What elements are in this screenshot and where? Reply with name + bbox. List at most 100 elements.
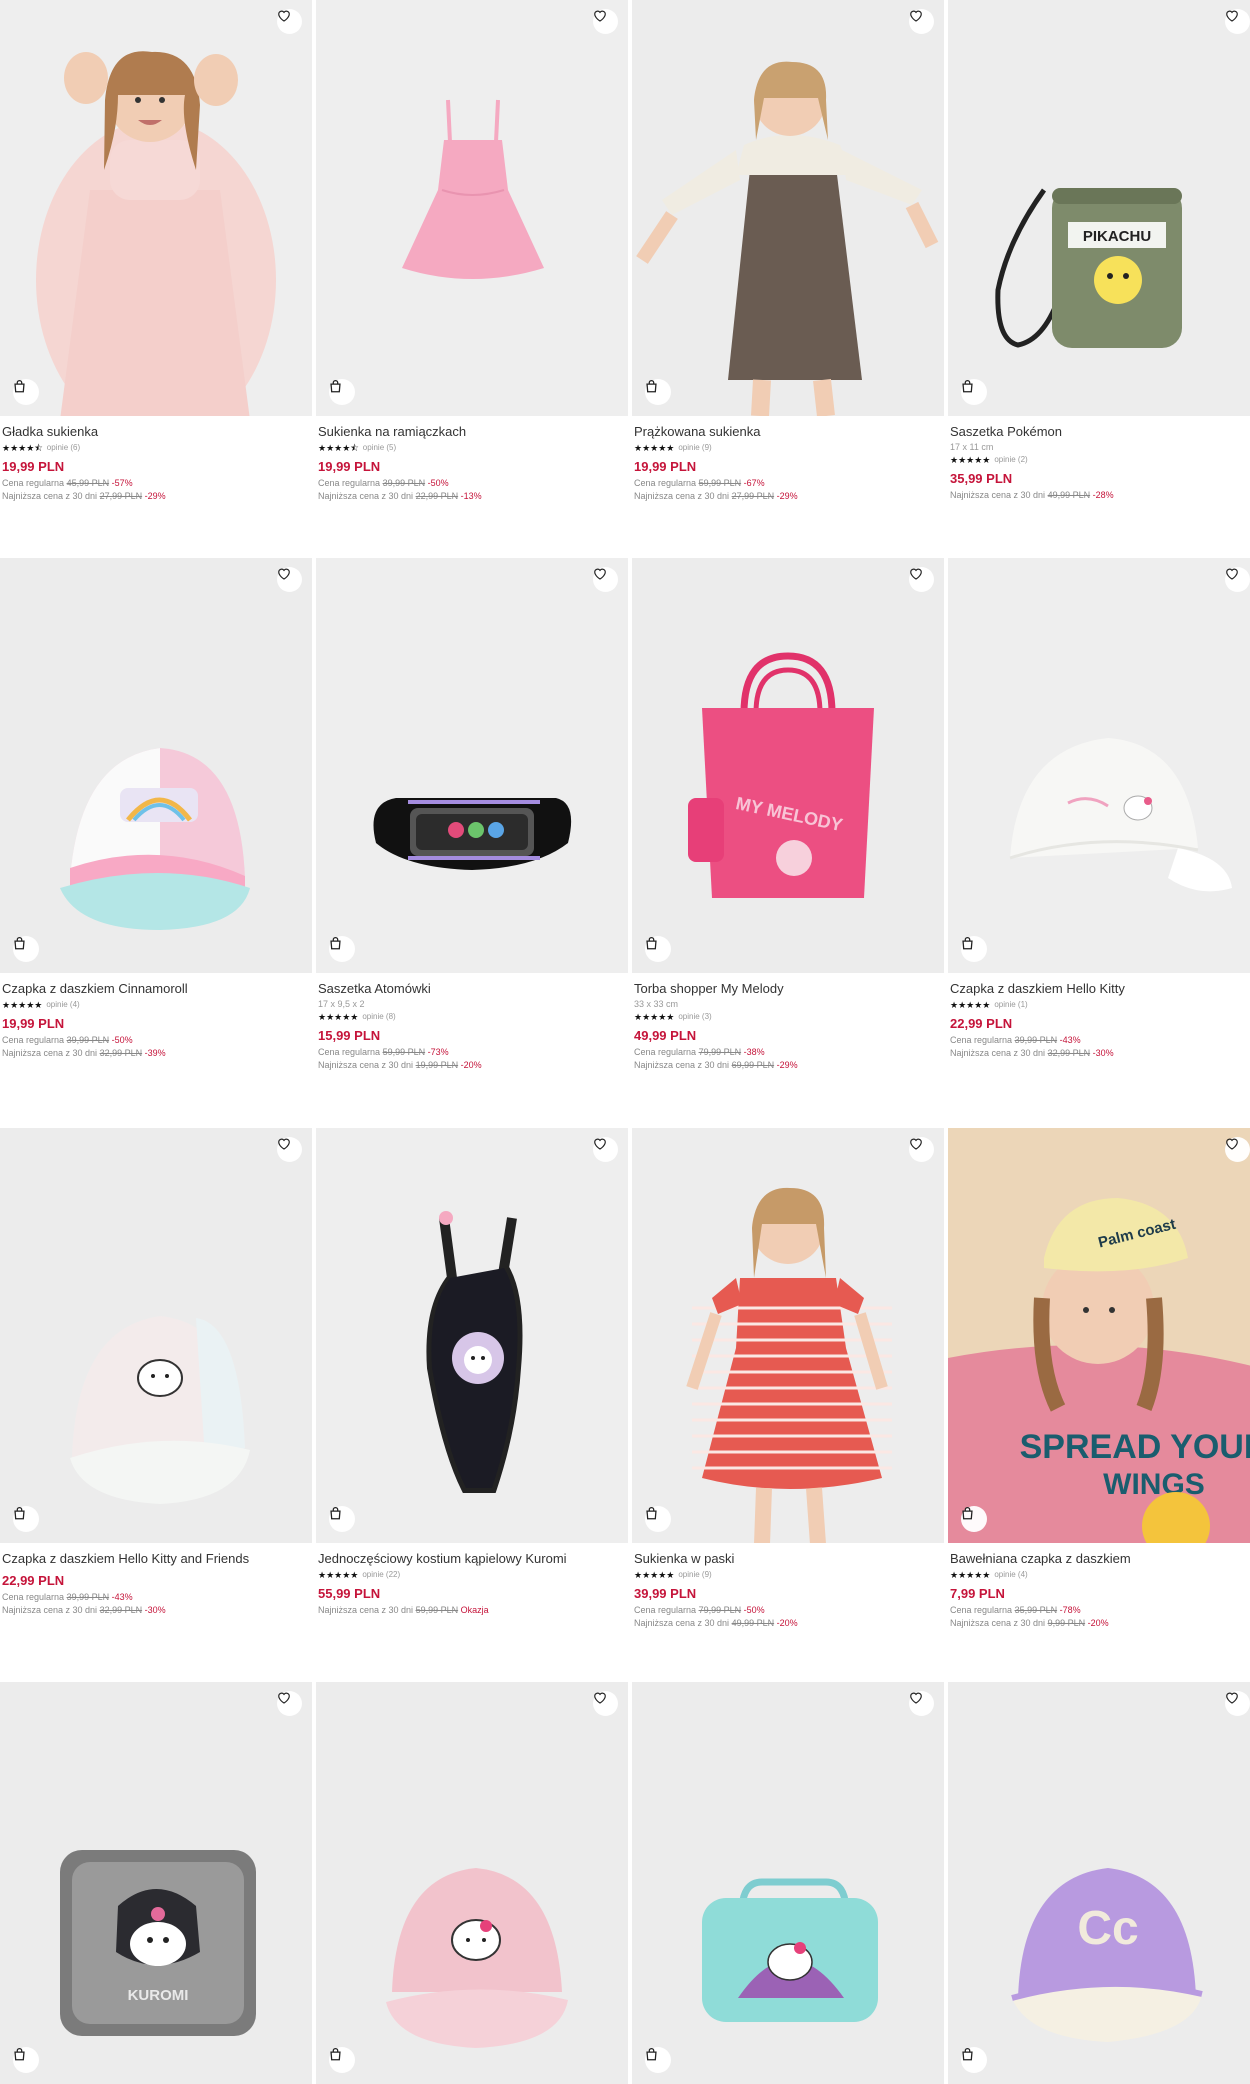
regular-price: 59,99 PLN <box>698 478 742 488</box>
product-info: Torba shopper My Melody 33 x 33 cm ★★★★★ op… <box>634 981 940 1072</box>
lowest-price-label: Najniższa cena z 30 dni <box>950 1618 1046 1628</box>
shopping-bag-icon[interactable] <box>961 379 987 405</box>
lowest-discount: -39% <box>144 1048 166 1058</box>
product-image[interactable] <box>632 1128 944 1543</box>
shopping-bag-icon[interactable] <box>961 936 987 962</box>
heart-icon[interactable] <box>277 1137 302 1162</box>
product-name[interactable]: Saszetka Pokémon <box>950 424 1250 440</box>
shopping-bag-icon[interactable] <box>329 379 355 405</box>
regular-price-label: Cena regularna <box>2 1592 65 1602</box>
regular-discount: -50% <box>111 1035 133 1045</box>
price: 19,99 PLN <box>318 459 381 474</box>
product-info: Jednoczęściowy kostium kąpielowy Kuromi ★… <box>318 1551 624 1617</box>
shopping-bag-icon[interactable] <box>13 379 39 405</box>
shopping-bag-icon[interactable] <box>961 1506 987 1532</box>
regular-discount: -50% <box>743 1605 765 1615</box>
heart-icon[interactable] <box>909 9 934 34</box>
product-name[interactable]: Sukienka w paski <box>634 1551 940 1567</box>
product-image[interactable]: Palm coast SPREAD YOUR WINGS <box>948 1128 1250 1543</box>
rating[interactable]: ★★★★★ opinie (2) <box>950 455 1250 465</box>
heart-icon[interactable] <box>593 9 618 34</box>
product-name[interactable]: Torba shopper My Melody <box>634 981 940 997</box>
rating[interactable]: ★★★★★ opinie (22) <box>318 1570 624 1580</box>
product-name[interactable]: Sukienka na ramiączkach <box>318 424 624 440</box>
heart-icon[interactable] <box>909 1137 934 1162</box>
product-image[interactable] <box>0 0 312 416</box>
rating[interactable]: ★★★★★ opinie (8) <box>318 1012 624 1022</box>
lowest-discount: Okazja <box>460 1605 489 1615</box>
product-name[interactable]: Czapka z daszkiem Cinnamoroll <box>2 981 308 997</box>
product-info: Czapka z daszkiem Hello Kitty ★★★★★ opinie… <box>950 981 1250 1060</box>
heart-icon[interactable] <box>909 1691 934 1716</box>
rating[interactable]: ★★★★⯪ opinie (6) <box>2 443 308 453</box>
heart-icon[interactable] <box>1225 1691 1250 1716</box>
product-image[interactable] <box>632 0 944 416</box>
shopping-bag-icon[interactable] <box>13 1506 39 1532</box>
heart-icon[interactable] <box>909 567 934 592</box>
heart-icon[interactable] <box>1225 567 1250 592</box>
svg-text:KUROMI: KUROMI <box>128 1987 189 2004</box>
product-name[interactable]: Gładka sukienka <box>2 424 308 440</box>
regular-price: 79,99 PLN <box>698 1047 742 1057</box>
rating[interactable]: ★★★★⯪ opinie (5) <box>318 443 624 453</box>
lowest-price: 49,99 PLN <box>1047 490 1091 500</box>
product-info: Sukienka na ramiączkach ★★★★⯪ opinie (5) 19… <box>318 424 624 503</box>
lowest-discount: -20% <box>776 1618 798 1628</box>
product-image[interactable] <box>0 1128 312 1543</box>
product-image[interactable]: PIKACHU <box>948 0 1250 416</box>
shopping-bag-icon[interactable] <box>13 2047 39 2073</box>
rating[interactable]: ★★★★★ opinie (9) <box>634 443 940 453</box>
product-image[interactable] <box>316 0 628 416</box>
heart-icon[interactable] <box>277 9 302 34</box>
product-name[interactable]: Czapka z daszkiem Hello Kitty <box>950 981 1250 997</box>
review-count: opinie (3) <box>678 1012 712 1021</box>
heart-icon[interactable] <box>593 1691 618 1716</box>
product-image[interactable] <box>0 558 312 973</box>
shopping-bag-icon[interactable] <box>645 379 671 405</box>
product-image[interactable]: KUROMI <box>0 1682 312 2084</box>
product-image[interactable] <box>948 558 1250 973</box>
shopping-bag-icon[interactable] <box>329 936 355 962</box>
shopping-bag-icon[interactable] <box>645 936 671 962</box>
rating-stars: ★★★★★ <box>634 1570 675 1580</box>
heart-icon[interactable] <box>277 1691 302 1716</box>
heart-icon[interactable] <box>1225 9 1250 34</box>
product-image[interactable] <box>316 1682 628 2084</box>
product-image[interactable] <box>632 1682 944 2084</box>
svg-text:SPREAD YOUR: SPREAD YOUR <box>1020 1428 1250 1466</box>
svg-text:PIKACHU: PIKACHU <box>1083 228 1151 245</box>
product-name[interactable]: Jednoczęściowy kostium kąpielowy Kuromi <box>318 1551 624 1567</box>
rating[interactable]: ★★★★★ opinie (9) <box>634 1570 940 1580</box>
rating[interactable]: ★★★★★ opinie (1) <box>950 1000 1250 1010</box>
heart-icon[interactable] <box>277 567 302 592</box>
price: 19,99 PLN <box>634 459 697 474</box>
regular-price-label: Cena regularna <box>318 1047 381 1057</box>
heart-icon[interactable] <box>1225 1137 1250 1162</box>
heart-icon[interactable] <box>593 567 618 592</box>
regular-price: 59,99 PLN <box>382 1047 426 1057</box>
rating[interactable]: ★★★★★ opinie (3) <box>634 1012 940 1022</box>
lowest-price: 32,99 PLN <box>99 1048 143 1058</box>
rating-stars: ★★★★★ <box>318 1012 359 1022</box>
product-image[interactable] <box>316 1128 628 1543</box>
lowest-price-line: Najniższa cena z 30 dni 32,99 PLN -30% <box>2 1604 308 1617</box>
price: 22,99 PLN <box>950 1016 1013 1031</box>
shopping-bag-icon[interactable] <box>961 2047 987 2073</box>
shopping-bag-icon[interactable] <box>645 2047 671 2073</box>
product-name[interactable]: Saszetka Atomówki <box>318 981 624 997</box>
lowest-price-line: Najniższa cena z 30 dni 27,99 PLN -29% <box>634 490 940 503</box>
shopping-bag-icon[interactable] <box>645 1506 671 1532</box>
product-name[interactable]: Czapka z daszkiem Hello Kitty and Friend… <box>2 1551 308 1567</box>
product-image[interactable] <box>316 558 628 973</box>
product-image[interactable]: Cc <box>948 1682 1250 2084</box>
product-name[interactable]: Prążkowana sukienka <box>634 424 940 440</box>
shopping-bag-icon[interactable] <box>13 936 39 962</box>
product-name[interactable]: Bawełniana czapka z daszkiem <box>950 1551 1250 1567</box>
rating[interactable]: ★★★★★ opinie (4) <box>950 1570 1250 1580</box>
shopping-bag-icon[interactable] <box>329 2047 355 2073</box>
lowest-price-label: Najniższa cena z 30 dni <box>2 1048 98 1058</box>
heart-icon[interactable] <box>593 1137 618 1162</box>
shopping-bag-icon[interactable] <box>329 1506 355 1532</box>
rating[interactable]: ★★★★★ opinie (4) <box>2 1000 308 1010</box>
product-image[interactable]: MY MELODY <box>632 558 944 973</box>
